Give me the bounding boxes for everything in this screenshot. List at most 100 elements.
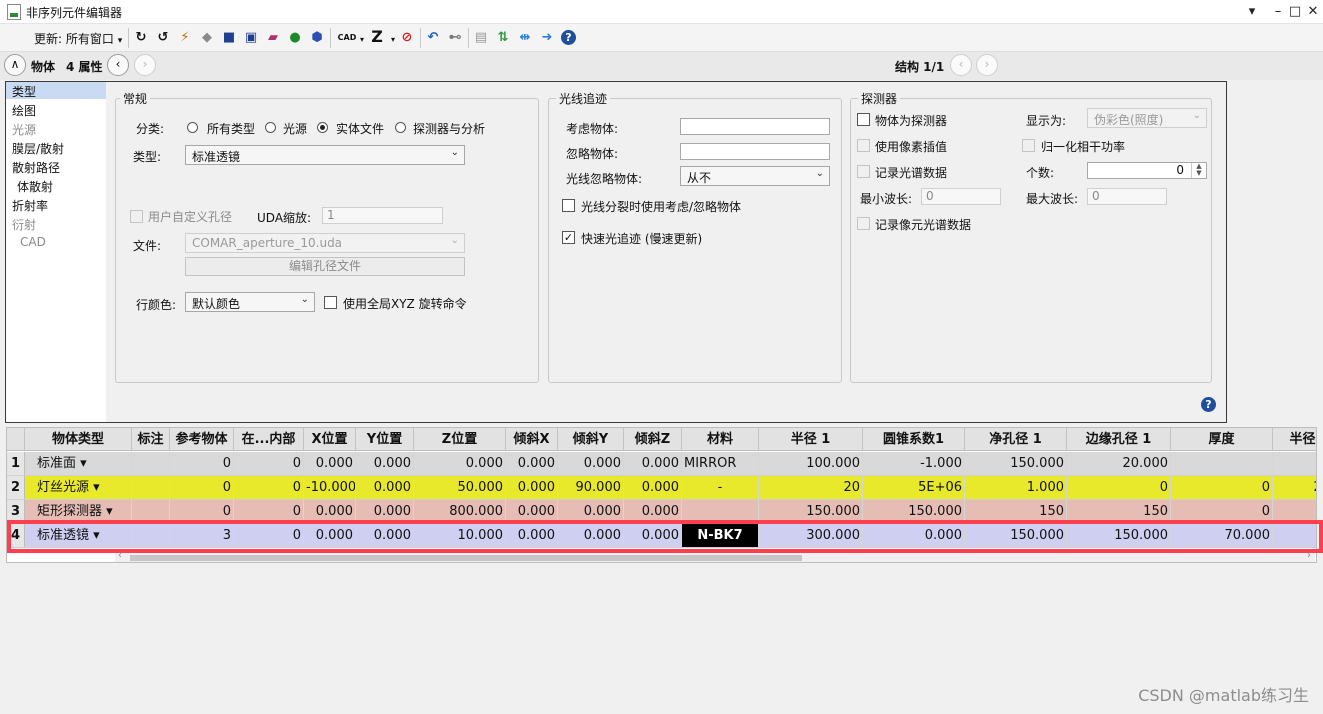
radio-source[interactable]: [265, 122, 276, 133]
table-cell[interactable]: 90.000: [558, 476, 624, 500]
group-icon[interactable]: ●: [286, 29, 304, 47]
coherent-power-checkbox[interactable]: [1022, 139, 1035, 152]
column-header[interactable]: Y位置: [356, 428, 414, 451]
table-cell[interactable]: [1171, 452, 1273, 476]
table-cell[interactable]: MIRROR: [682, 452, 759, 476]
column-header[interactable]: 厚度: [1171, 428, 1273, 451]
solid-model-icon[interactable]: ■: [220, 29, 238, 47]
nav-item-source[interactable]: 光源: [12, 121, 36, 138]
table-cell[interactable]: 0.000: [624, 476, 682, 500]
table-cell[interactable]: 0: [1067, 476, 1171, 500]
nav-item-index[interactable]: 折射率: [12, 197, 48, 214]
table-cell[interactable]: 0.000: [624, 452, 682, 476]
column-header[interactable]: Z位置: [414, 428, 506, 451]
object-type-dropdown[interactable]: 灯丝光源 ▾: [25, 476, 132, 500]
radio-detector[interactable]: [395, 122, 406, 133]
table-cell[interactable]: 20: [759, 476, 863, 500]
min-wavelength-input[interactable]: 0: [921, 188, 1001, 205]
user-aperture-checkbox[interactable]: [130, 210, 143, 223]
undo-icon[interactable]: ↶: [424, 29, 442, 47]
ray-trace-icon[interactable]: ⚡: [176, 29, 194, 47]
nav-item-coating[interactable]: 膜层/散射: [12, 140, 64, 157]
is-detector-checkbox[interactable]: [857, 113, 870, 126]
table-cell[interactable]: -: [682, 476, 759, 500]
prev-structure-button[interactable]: ‹: [950, 54, 972, 76]
fast-trace-checkbox[interactable]: ✓: [562, 231, 575, 244]
table-cell[interactable]: 5E+06: [863, 476, 965, 500]
column-header[interactable]: 材料: [682, 428, 759, 451]
row-number[interactable]: 1: [7, 452, 25, 476]
nav-item-scatter-path[interactable]: 散射路径: [12, 159, 60, 176]
next-structure-button[interactable]: ›: [976, 54, 998, 76]
row-number[interactable]: 2: [7, 476, 25, 500]
column-header[interactable]: 净孔径 1: [965, 428, 1067, 451]
object-viewer-icon[interactable]: ▣: [242, 29, 260, 47]
prev-prop-button[interactable]: ‹: [107, 54, 129, 76]
column-header[interactable]: X位置: [304, 428, 356, 451]
column-header[interactable]: 在...内部: [234, 428, 304, 451]
ignore-objects-input[interactable]: [680, 143, 830, 160]
record-spectral-checkbox[interactable]: [857, 165, 870, 178]
next-prop-button[interactable]: ›: [134, 54, 156, 76]
ray-ignore-dropdown[interactable]: 从不 ⌄: [680, 166, 830, 186]
display-as-dropdown[interactable]: 伪彩色(照度) ⌄: [1087, 108, 1207, 128]
toggle-icon[interactable]: ⊷: [446, 29, 464, 47]
table-cell[interactable]: 0.000: [506, 476, 558, 500]
column-header[interactable]: 倾斜X: [506, 428, 558, 451]
refresh-all-icon[interactable]: ↺: [154, 29, 172, 47]
file-dropdown[interactable]: COMAR_aperture_10.uda ⌄: [185, 233, 465, 253]
table-cell[interactable]: [1273, 452, 1316, 476]
split-use-checkbox[interactable]: [562, 199, 575, 212]
row-color-dropdown[interactable]: 默认颜色 ⌄: [185, 292, 315, 312]
scrollbar-thumb[interactable]: [130, 555, 802, 561]
edit-aperture-button[interactable]: 编辑孔径文件: [185, 257, 465, 276]
table-cell[interactable]: 20.000: [1067, 452, 1171, 476]
uda-scale-input[interactable]: 1: [322, 207, 443, 224]
table-cell[interactable]: 0: [170, 476, 234, 500]
layout-icon[interactable]: ▰: [264, 29, 282, 47]
object-type-dropdown[interactable]: 标准面 ▾: [25, 452, 132, 476]
column-header[interactable]: 标注: [132, 428, 170, 451]
column-header[interactable]: 半径 1: [759, 428, 863, 451]
column-header[interactable]: 倾斜Y: [558, 428, 624, 451]
update-dropdown[interactable]: 更新: 所有窗口 ▾: [34, 30, 122, 47]
radio-all-types[interactable]: [187, 122, 198, 133]
refresh-icon[interactable]: ↻: [132, 29, 150, 47]
notes-icon[interactable]: ▤: [472, 29, 490, 47]
max-wavelength-input[interactable]: 0: [1087, 188, 1167, 205]
close-icon[interactable]: ✕: [1301, 2, 1323, 22]
column-header[interactable]: 倾斜Z: [624, 428, 682, 451]
pixel-interp-checkbox[interactable]: [857, 139, 870, 152]
collapse-panel-button[interactable]: ∧: [4, 54, 26, 76]
consider-objects-input[interactable]: [680, 118, 830, 135]
shaded-model-icon[interactable]: ◆: [198, 29, 216, 47]
table-cell[interactable]: 0: [234, 476, 304, 500]
window-menu-icon[interactable]: ▾: [1240, 2, 1264, 22]
nav-item-type[interactable]: 类型: [12, 83, 36, 100]
nav-item-cad[interactable]: CAD: [20, 235, 46, 249]
count-spinner[interactable]: ▲ ▼: [1191, 163, 1206, 178]
column-header[interactable]: 半径: [1273, 428, 1316, 451]
arrow-right-icon[interactable]: ➜: [538, 29, 556, 47]
nav-item-bulk-scatter[interactable]: 体散射: [17, 178, 53, 195]
table-cell[interactable]: -10.000: [304, 476, 356, 500]
table-cell[interactable]: 0.000: [304, 452, 356, 476]
swap-icon[interactable]: ⇅: [494, 29, 512, 47]
polygon-icon[interactable]: ⬢: [308, 29, 326, 47]
type-dropdown[interactable]: 标准透镜 ⌄: [185, 145, 465, 165]
table-cell[interactable]: 100.000: [759, 452, 863, 476]
table-cell[interactable]: 0: [234, 452, 304, 476]
column-header[interactable]: 边缘孔径 1: [1067, 428, 1171, 451]
column-header[interactable]: 参考物体: [170, 428, 234, 451]
nav-item-draw[interactable]: 绘图: [12, 102, 36, 119]
table-cell[interactable]: 0.000: [356, 452, 414, 476]
record-pixel-spectral-checkbox[interactable]: [857, 217, 870, 230]
table-cell[interactable]: 150.000: [965, 452, 1067, 476]
table-cell[interactable]: 0.000: [356, 476, 414, 500]
table-cell[interactable]: 50.000: [414, 476, 506, 500]
table-cell[interactable]: 0.000: [414, 452, 506, 476]
collapse-icon[interactable]: ⇹: [516, 29, 534, 47]
table-cell[interactable]: [132, 476, 170, 500]
table-cell[interactable]: 0.000: [558, 452, 624, 476]
table-cell[interactable]: 0: [1171, 476, 1273, 500]
